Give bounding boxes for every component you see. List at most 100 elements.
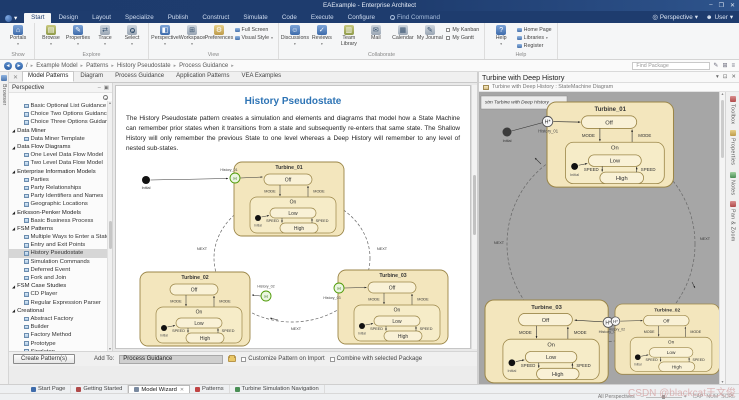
perspective-menu[interactable]: ◎ Perspective▾ [652, 14, 698, 21]
forward-button[interactable]: ► [15, 62, 23, 70]
scrollbar-thumb[interactable] [721, 100, 724, 158]
ribbon-tab[interactable]: Layout [85, 13, 118, 23]
tree-item[interactable]: ◢ Data Miner Template [9, 135, 107, 143]
perspective-status[interactable]: All Perspectives [598, 394, 635, 400]
canvas-scrollbar[interactable]: ▲▼ [719, 92, 725, 384]
minimize-button[interactable]: – [709, 2, 712, 9]
perspective-button[interactable]: ◧Perspective▾ [152, 24, 178, 46]
zoom-slider[interactable]: – + [641, 394, 687, 400]
user-menu[interactable]: ☻ User▾ [706, 14, 733, 21]
team-library-button[interactable]: ▥Team Library [336, 24, 362, 47]
add-to-field[interactable]: Process Guidance [119, 355, 223, 364]
dock-icon[interactable]: ▣ [104, 85, 109, 91]
browse-button[interactable]: ▤Browse▾ [38, 24, 64, 46]
tab-getting-started[interactable]: Getting Started [71, 385, 128, 393]
ribbon-tab[interactable]: Simulate [236, 13, 275, 23]
tree-item[interactable]: ◢ Data Flow Diagrams [9, 143, 107, 151]
expand-arrow-icon[interactable]: ◢ [12, 145, 15, 150]
tab-turbine-simulation-navigation[interactable]: Turbine Simulation Navigation [230, 385, 325, 393]
tree-item[interactable]: ◢ Regular Expression Parser [9, 299, 107, 307]
zoom-knob[interactable] [662, 395, 665, 399]
tree-item[interactable]: ◢ Deferred Event [9, 266, 107, 274]
wizard-tab[interactable]: Model Patterns [22, 71, 74, 82]
tree-item[interactable]: ◢ CD Player [9, 290, 107, 298]
document-scrollbar[interactable] [471, 85, 477, 349]
tree-search-icon[interactable] [103, 95, 108, 100]
ribbon-tab[interactable]: Configure [341, 13, 382, 23]
calendar-button[interactable]: ▦Calendar [390, 24, 416, 42]
trace-button[interactable]: ⇄Trace▾ [92, 24, 118, 46]
folder-icon[interactable] [228, 356, 236, 363]
state-turbine-03[interactable]: Turbine_03 H* History_03 [485, 300, 619, 383]
wizard-tab[interactable]: Process Guidance [109, 71, 170, 82]
zoom-in-icon[interactable]: + [684, 394, 687, 400]
preferences-button[interactable]: ⚙Preferences [206, 24, 232, 42]
dock-tab[interactable]: Properties [730, 130, 736, 165]
full-screen-button[interactable]: Full Screen [235, 27, 273, 33]
tab-patterns[interactable]: Patterns [190, 385, 230, 393]
my-kanban-checkbox[interactable]: My Kanban [446, 27, 479, 33]
scrollbar-thumb[interactable] [109, 221, 112, 249]
tree-item[interactable]: ◢ Basic Business Process [9, 217, 107, 225]
tree-item[interactable]: ◢ Party Relationships [9, 184, 107, 192]
ribbon-tab[interactable]: Start [24, 13, 51, 23]
dock-tab[interactable]: Notes [730, 172, 736, 195]
crumb-example-model[interactable]: Example Model [36, 63, 77, 69]
workspace-button[interactable]: ⊞Workspace▾ [179, 24, 205, 46]
wizard-tab[interactable]: VEA Examples [235, 71, 287, 82]
expand-arrow-icon[interactable]: ◢ [12, 226, 15, 231]
dock-tab[interactable]: Pan & Zoom [730, 201, 736, 241]
crumb-history-pseudostate[interactable]: History Pseudostate [117, 63, 171, 69]
tree-item[interactable]: ◢ Party Identifiers and Names [9, 192, 107, 200]
close-view-icon[interactable]: ✕ [11, 74, 22, 82]
state-turbine-03[interactable]: Turbine_03 H History_03 [323, 270, 448, 344]
tree-item[interactable]: ◢ Fork and Join [9, 274, 107, 282]
tree-item[interactable]: ◢ Factory Method [9, 331, 107, 339]
close-button[interactable]: ✕ [730, 2, 735, 9]
find-command[interactable]: Find Command [390, 14, 440, 23]
tree-item[interactable]: ◢ Choice Two Options Guidance [9, 110, 107, 118]
ribbon-tab[interactable]: Code [275, 13, 304, 23]
home-page-button[interactable]: Home Page [517, 27, 551, 33]
tree-item[interactable]: ◢ Builder [9, 323, 107, 331]
wizard-tab[interactable]: Diagram [74, 71, 109, 82]
tab-start-page[interactable]: Start Page [26, 385, 71, 393]
tree-item[interactable]: ◢ Simulation Commands [9, 258, 107, 266]
tree-item[interactable]: ◢ Multiple Ways to Enter a State [9, 233, 107, 241]
ribbon-tab[interactable]: Design [51, 13, 85, 23]
ribbon-tab[interactable]: Construct [195, 13, 236, 23]
mail-button[interactable]: ✉Mail [363, 24, 389, 42]
expand-arrow-icon[interactable]: ◢ [12, 210, 15, 215]
find-package-input[interactable]: Find Package [632, 62, 710, 70]
tree-item[interactable]: ◢ Geographic Locations [9, 200, 107, 208]
root-crumb[interactable]: / [26, 63, 28, 69]
menu-icon[interactable]: ≡ [731, 63, 735, 69]
scrollbar-thumb[interactable] [473, 175, 476, 235]
tree-item[interactable]: ◢ Enterprise Information Models [9, 168, 107, 176]
tree-item[interactable]: ◢ Eriksson-Penker Models [9, 208, 107, 216]
help-button[interactable]: ?Help▾ [488, 24, 514, 46]
tree-item[interactable]: ◢ Parties [9, 176, 107, 184]
state-turbine-02[interactable]: Turbine_02 H* History_02 [609, 304, 719, 374]
my-gantt-checkbox[interactable]: My Gantt [446, 35, 479, 41]
customize-pattern-checkbox[interactable]: Customize Pattern on Import [241, 356, 324, 362]
initial-node[interactable] [142, 176, 150, 184]
initial-node[interactable] [503, 128, 512, 137]
expand-arrow-icon[interactable]: ◢ [12, 128, 15, 133]
register-button[interactable]: Register [517, 43, 551, 49]
browser-vertical-tab[interactable]: Browser [1, 84, 7, 106]
diagram-canvas[interactable]: stm Turbine with Deep History NEXT NEXT … [479, 92, 719, 384]
dropdown-icon[interactable]: ▾ [716, 74, 719, 80]
crumb-patterns[interactable]: Patterns [86, 63, 108, 69]
zoom-out-icon[interactable]: – [641, 394, 644, 400]
tree-item[interactable]: ◢ Choice Three Options Guidance [9, 118, 107, 126]
back-button[interactable]: ◄ [4, 62, 12, 70]
state-turbine-01[interactable]: Turbine_01 H* History_01 [538, 102, 673, 187]
float-icon[interactable]: ⊡ [723, 74, 728, 80]
tree-item[interactable]: ◢ Abstract Factory [9, 315, 107, 323]
combine-package-checkbox[interactable]: Combine with selected Package [330, 356, 422, 362]
crumb-process-guidance[interactable]: Process Guidance [179, 63, 228, 69]
tree-item[interactable]: ◢ One Level Data Flow Model [9, 151, 107, 159]
properties-button[interactable]: ✎Properties▾ [65, 24, 91, 46]
tree-item[interactable]: ◢ Two Level Data Flow Model [9, 159, 107, 167]
